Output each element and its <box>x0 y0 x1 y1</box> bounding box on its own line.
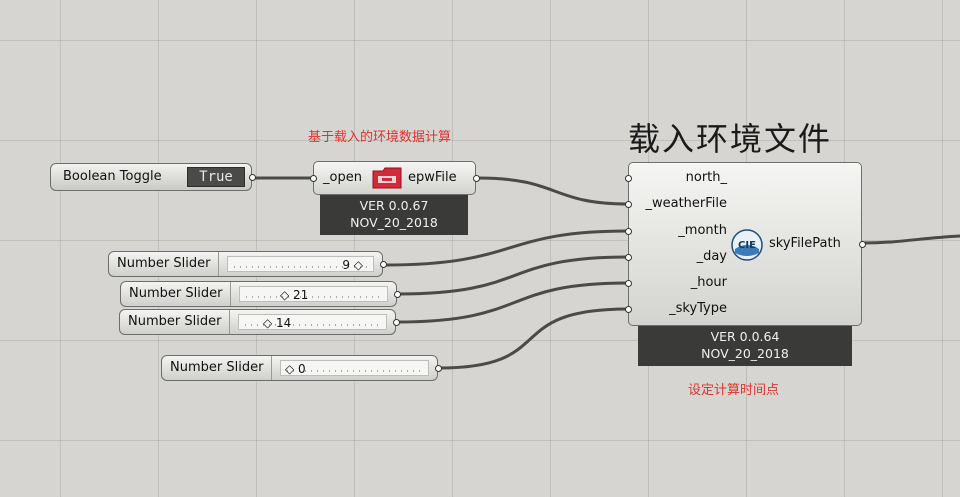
epw-version-box: VER 0.0.67 NOV_20_2018 <box>320 195 468 235</box>
input-day[interactable]: _day <box>697 249 727 264</box>
cie-sky-component[interactable]: north_ _weatherFile _month _day _hour _s… <box>625 162 866 326</box>
output-grip-epwfile[interactable] <box>473 175 480 182</box>
wire-epw-to-weatherfile <box>477 176 629 206</box>
slider-output-grip[interactable] <box>393 319 400 326</box>
output-epwfile[interactable]: epwFile <box>408 170 457 185</box>
wire-slider3-to-hour <box>396 281 629 324</box>
input-month[interactable]: _month <box>678 223 727 238</box>
slider-output-grip[interactable] <box>380 261 387 268</box>
slider-rail[interactable]: ◇ 14 <box>238 314 387 330</box>
slider-knob[interactable]: 9 ◇ <box>342 258 363 272</box>
slider-output-grip[interactable] <box>435 365 442 372</box>
slider-label: Number Slider <box>162 356 273 380</box>
slider-ticks <box>287 370 422 372</box>
toggle-value[interactable]: True <box>187 167 245 187</box>
sky-version-box: VER 0.0.64 NOV_20_2018 <box>638 326 852 366</box>
input-open[interactable]: _open <box>323 170 362 185</box>
input-skytype[interactable]: _skyType <box>669 301 727 316</box>
epw-version: VER 0.0.67 <box>359 198 429 213</box>
slider-label: Number Slider <box>109 252 220 276</box>
epw-date: NOV_20_2018 <box>350 215 438 230</box>
slider-knob[interactable]: ◇ 0 <box>285 362 306 376</box>
input-grip-weatherfile[interactable] <box>625 201 632 208</box>
slider-rail[interactable]: ◇ 0 <box>280 360 429 376</box>
input-hour[interactable]: _hour <box>691 275 727 290</box>
slider-ticks <box>246 296 381 298</box>
slider-knob[interactable]: ◇ 21 <box>280 288 308 302</box>
wire-slider1-to-month <box>384 229 629 267</box>
input-weatherfile[interactable]: _weatherFile <box>645 196 727 211</box>
toggle-output-grip[interactable] <box>249 174 256 181</box>
input-grip-hour[interactable] <box>625 280 632 287</box>
wire-skyfilepath-out <box>861 234 960 245</box>
number-slider-2[interactable]: Number Slider ◇ 21 <box>120 281 401 307</box>
input-grip-day[interactable] <box>625 254 632 261</box>
sky-component-title: 载入环境文件 <box>628 120 833 158</box>
open-epw-component[interactable]: _open epwFile <box>310 161 480 195</box>
slider-value: 21 <box>293 288 309 302</box>
slider-rail[interactable]: ◇ 21 <box>239 286 388 302</box>
input-grip-month[interactable] <box>625 228 632 235</box>
input-grip-north[interactable] <box>625 175 632 182</box>
epw-annotation: 基于载入的环境数据计算 <box>308 130 452 145</box>
red-folder-icon <box>372 166 402 190</box>
slider-label: Number Slider <box>120 310 231 334</box>
boolean-toggle[interactable]: Boolean Toggle True <box>50 163 256 191</box>
slider-rail[interactable]: 9 ◇ <box>227 256 374 272</box>
input-grip-skytype[interactable] <box>625 306 632 313</box>
slider-value: 14 <box>276 316 292 330</box>
number-slider-4[interactable]: Number Slider ◇ 0 <box>161 355 442 381</box>
cie-sky-icon: CIE <box>731 229 763 261</box>
sky-annotation: 设定计算时间点 <box>688 383 780 398</box>
slider-label: Number Slider <box>121 282 232 306</box>
slider-knob[interactable]: ◇ 14 <box>263 316 291 330</box>
sky-date: NOV_20_2018 <box>701 346 789 361</box>
number-slider-1[interactable]: Number Slider 9 ◇ <box>108 251 387 277</box>
sky-version: VER 0.0.64 <box>710 329 780 344</box>
cie-icon-text: CIE <box>738 240 756 251</box>
slider-value: 9 <box>342 258 350 272</box>
output-grip-skyfilepath[interactable] <box>859 241 866 248</box>
slider-value: 0 <box>298 362 306 376</box>
output-skyfilepath[interactable]: skyFilePath <box>769 236 841 251</box>
input-grip-open[interactable] <box>310 175 317 182</box>
number-slider-3[interactable]: Number Slider ◇ 14 <box>119 309 400 335</box>
input-north[interactable]: north_ <box>686 170 727 185</box>
slider-output-grip[interactable] <box>394 291 401 298</box>
toggle-label: Boolean Toggle <box>63 169 162 184</box>
